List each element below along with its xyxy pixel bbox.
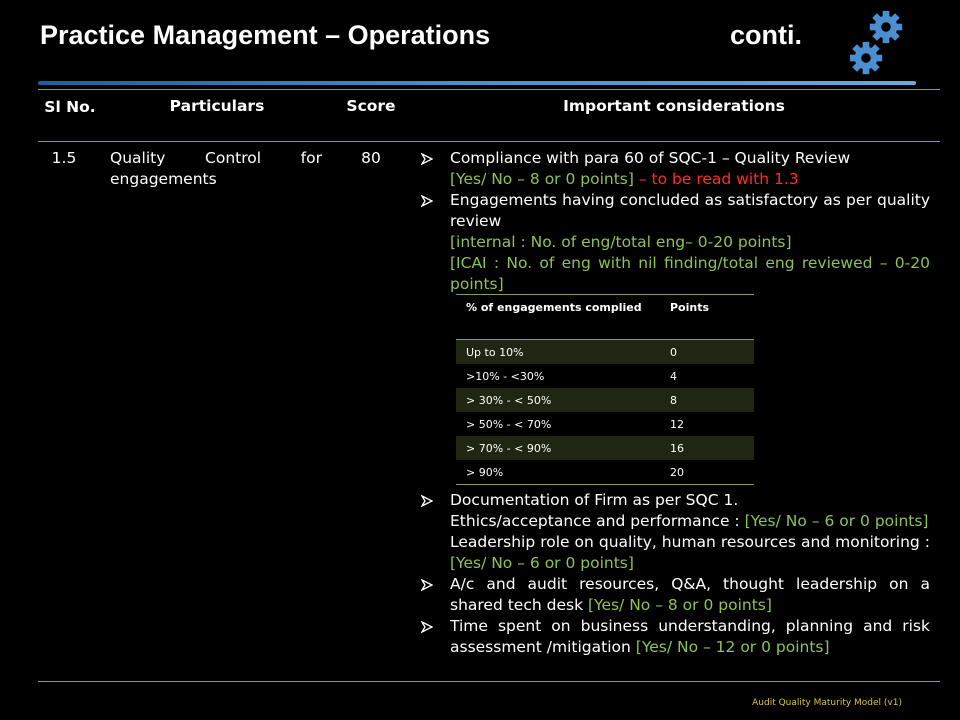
points-cell: 12 [670,417,684,431]
points-cell: 20 [660,460,754,485]
table-row: > 70% - < 90% 16 [456,436,754,460]
c3-leadership-points: [Yes/ No – 6 or 0 points] [450,554,634,572]
points-table-header: % of engagements complied Points [456,294,754,340]
points-cell: 4 [670,369,677,383]
c1-text: Compliance with para 60 of SQC-1 – Quali… [450,149,851,167]
range-cell: >10% - <30% [466,369,545,383]
c3-leadership: Leadership role on quality, human resour… [450,533,930,551]
header-sl-no: Sl No. [44,98,96,116]
points-table: % of engagements complied Points Up to 1… [456,294,754,485]
c3-ethics: Ethics/acceptance and performance : [450,512,745,530]
c2-text: Engagements having concluded as satisfac… [450,191,930,230]
table-row: > 30% - < 50% 8 [456,388,754,412]
points-cell: 16 [660,436,754,460]
table-row: > 50% - < 70% 12 [456,412,754,436]
table-header-rule [38,141,940,142]
considerations-bottom: Documentation of Firm as per SQC 1. Ethi… [420,490,930,658]
table-row: Up to 10% 0 [456,339,754,364]
range-cell: > 50% - < 70% [466,417,552,431]
arrow-bullet-icon [420,616,434,637]
points-header-range: % of engagements complied [456,294,660,340]
header-score: Score [346,97,396,115]
range-cell: > 90% [456,460,660,485]
table-top-rule [38,89,940,90]
header-particulars: Particulars [169,97,265,115]
c3-ethics-points: [Yes/ No – 6 or 0 points] [744,512,929,530]
points-cell: 8 [660,388,754,412]
row-sl-number: 1.5 [51,149,77,167]
arrow-bullet-icon [420,574,434,595]
arrow-bullet-icon [420,490,434,511]
table-row: > 90% 20 [456,460,754,485]
particulars-line-2: engagements [110,170,217,188]
consideration-item: A/c and audit resources, Q&A, thought le… [420,574,930,616]
c2-icai: [ICAI : No. of eng with nil finding/tota… [450,254,930,293]
slide-footer: Audit Quality Maturity Model (v1) [752,698,902,708]
points-header-points: Points [660,294,754,340]
range-cell: Up to 10% [456,339,660,364]
slide-title-suffix: conti. [730,20,802,50]
title-underline-blue [38,81,916,85]
consideration-item: Documentation of Firm as per SQC 1. Ethi… [420,490,930,574]
slide-title: Practice Management – Operations [40,20,491,50]
c1-points: [Yes/ No – 8 or 0 points] [450,170,634,188]
arrow-bullet-icon [420,148,434,169]
points-cell: 0 [660,339,754,364]
c1-note: to be read with 1.3 [651,170,799,188]
table-row: >10% - <30% 4 [456,364,754,388]
consideration-item: Time spent on business understanding, pl… [420,616,930,658]
gears-icon [849,10,903,75]
c1-dash: – [633,170,652,188]
c4-points: [Yes/ No – 8 or 0 points] [587,596,772,614]
range-cell: > 70% - < 90% [456,436,660,460]
table-bottom-rule [38,681,940,682]
particulars-line-1: Quality Control for [110,149,322,167]
range-cell: > 30% - < 50% [456,388,660,412]
consideration-item: Engagements having concluded as satisfac… [420,190,930,295]
considerations-top: Compliance with para 60 of SQC-1 – Quali… [420,148,930,295]
c2-internal: [internal : No. of eng/total eng– 0-20 p… [450,233,792,251]
consideration-item: Compliance with para 60 of SQC-1 – Quali… [420,148,930,190]
row-score: 80 [361,149,381,167]
row-particulars: Quality Control for engagements [110,148,322,190]
header-important-considerations: Important considerations [563,97,785,115]
c3-text: Documentation of Firm as per SQC 1. [450,491,739,509]
c5-points: [Yes/ No – 12 or 0 points] [635,638,830,656]
arrow-bullet-icon [420,190,434,211]
